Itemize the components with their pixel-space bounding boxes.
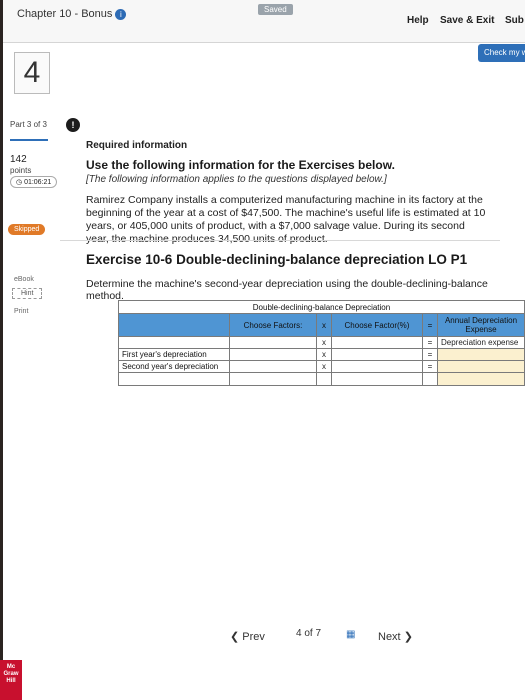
blank-op xyxy=(316,372,332,386)
page-of: of 7 xyxy=(304,628,322,639)
depreciation-result-input[interactable] xyxy=(437,360,525,373)
part-indicator: Part 3 of 3 xyxy=(10,120,47,129)
points-display: 142 points xyxy=(10,154,31,176)
following-note: [The following information applies to th… xyxy=(86,174,387,185)
multiply-sign: x xyxy=(316,360,332,373)
table-row: x = Depreciation expense xyxy=(118,336,525,349)
chevron-right-icon: ❯ xyxy=(403,631,413,643)
factor-input[interactable] xyxy=(229,372,317,386)
question-number: 4 xyxy=(14,52,50,94)
factor-percent-column-header: Choose Factor(%) xyxy=(331,313,423,337)
depreciation-result-input[interactable] xyxy=(437,372,525,386)
row-label: First year's depreciation xyxy=(118,348,230,361)
depreciation-table: Double-declining-balance Depreciation Ch… xyxy=(118,300,525,386)
factor-input[interactable] xyxy=(229,360,317,373)
equals-sign: = xyxy=(422,336,438,349)
problem-paragraph: Ramirez Company installs a computerized … xyxy=(86,194,486,245)
factor-input[interactable] xyxy=(229,348,317,361)
factor-percent-input[interactable] xyxy=(331,360,423,373)
use-following-heading: Use the following information for the Ex… xyxy=(86,158,395,172)
print-link[interactable]: Print xyxy=(14,308,28,315)
table-row xyxy=(118,372,525,386)
table-caption: Double-declining-balance Depreciation xyxy=(118,300,525,314)
result-label: Depreciation expense xyxy=(437,336,525,349)
depreciation-result-input[interactable] xyxy=(437,348,525,361)
factors-column-header: Choose Factors: xyxy=(229,313,317,337)
timer-text: 01:06:21 xyxy=(24,179,52,186)
multiply-header: x xyxy=(316,313,332,337)
factor-input[interactable] xyxy=(229,336,317,349)
hint-button[interactable]: Hint xyxy=(12,288,43,299)
instructions-text: Determine the machine's second-year depr… xyxy=(86,278,488,302)
chevron-left-icon: ❮ xyxy=(230,631,240,643)
clock-icon: ◷ xyxy=(16,179,23,186)
next-label: Next xyxy=(378,631,401,643)
mcgraw-hill-logo: Mc Graw Hill xyxy=(0,660,22,700)
help-button[interactable]: Help xyxy=(407,15,429,26)
row-label xyxy=(118,336,230,349)
saved-badge: Saved xyxy=(258,4,293,15)
skipped-badge: Skipped xyxy=(8,224,46,235)
equals-sign: = xyxy=(422,360,438,373)
equals-header: = xyxy=(422,313,438,337)
factor-percent-input[interactable] xyxy=(331,372,423,386)
top-bar: Chapter 10 - Bonus i Saved Help Save & Ex… xyxy=(3,0,525,43)
part-progress-bar xyxy=(10,139,48,141)
chapter-title-text: Chapter 10 - Bonus xyxy=(17,8,113,20)
points-value: 142 xyxy=(10,154,27,165)
page-indicator: 4 of 7 xyxy=(296,628,321,639)
annual-depreciation-column-header: Annual Depreciation Expense xyxy=(437,313,525,337)
table-row: First year's depreciation x = xyxy=(118,348,525,361)
multiply-sign: x xyxy=(316,348,332,361)
exercise-title: Exercise 10-6 Double-declining-balance d… xyxy=(86,252,468,267)
save-exit-button[interactable]: Save & Exit xyxy=(440,15,494,26)
row-label xyxy=(118,372,230,386)
ebook-link[interactable]: eBook xyxy=(14,276,34,283)
factor-percent-input[interactable] xyxy=(331,348,423,361)
table-row: Second year's depreciation x = xyxy=(118,360,525,373)
prev-button[interactable]: ❮ Prev xyxy=(230,630,265,643)
left-edge xyxy=(0,0,3,700)
chapter-title[interactable]: Chapter 10 - Bonus i xyxy=(17,8,127,20)
timer-badge: ◷ 01:06:21 xyxy=(10,176,58,188)
next-button[interactable]: Next ❯ xyxy=(378,630,413,643)
grid-icon[interactable]: ▦ xyxy=(346,629,355,640)
submit-button[interactable]: Sub xyxy=(505,15,524,26)
page-current: 4 xyxy=(296,628,302,639)
row-label: Second year's depreciation xyxy=(118,360,230,373)
section-divider xyxy=(60,240,500,241)
prev-label: Prev xyxy=(242,631,265,643)
points-label: points xyxy=(10,166,32,175)
required-information-heading: Required information xyxy=(86,140,188,151)
check-my-work-button[interactable]: Check my wo xyxy=(478,44,525,62)
factor-percent-input[interactable] xyxy=(331,336,423,349)
multiply-sign: x xyxy=(316,336,332,349)
blank-op xyxy=(422,372,438,386)
alert-icon: ! xyxy=(66,118,80,132)
info-dot-icon[interactable]: i xyxy=(115,9,127,20)
equals-sign: = xyxy=(422,348,438,361)
label-column-header xyxy=(118,313,230,337)
